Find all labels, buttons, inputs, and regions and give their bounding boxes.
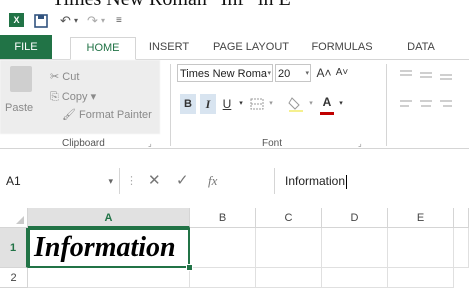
name-box-dropdown-icon[interactable]: ▾	[108, 168, 113, 194]
insert-function-icon[interactable]: fx	[208, 168, 217, 194]
cell-e1[interactable]	[388, 228, 454, 268]
font-name-value: Times New Roma	[180, 68, 267, 80]
fill-color-dropdown-icon[interactable]: ▾	[306, 94, 316, 114]
cell-e2[interactable]	[388, 268, 454, 288]
italic-button[interactable]: I	[200, 94, 216, 114]
cancel-icon[interactable]: ✕	[148, 168, 161, 194]
font-size-dropdown-icon[interactable]: ▾	[305, 65, 309, 81]
align-left-icon[interactable]	[400, 100, 412, 102]
tab-data[interactable]: DATA	[396, 37, 446, 59]
tab-page-layout[interactable]: PAGE LAYOUT	[206, 37, 296, 59]
font-name-box[interactable]: Times New Roma ▾	[177, 64, 273, 82]
tab-home[interactable]: HOME	[70, 37, 136, 60]
caption-band: Times New Roman “Inf” in E	[0, 0, 469, 9]
paste-icon[interactable]	[10, 66, 32, 92]
clipboard-launcher-icon[interactable]: ⌟	[148, 139, 152, 148]
formula-input[interactable]: Information	[274, 168, 469, 194]
font-size-box[interactable]: 20 ▾	[275, 64, 311, 82]
align-top-icon[interactable]	[400, 70, 412, 72]
cell-d2[interactable]	[322, 268, 388, 288]
redo-icon[interactable]: ↷	[87, 12, 98, 30]
font-group-label: Font	[262, 138, 283, 149]
column-header-e[interactable]: E	[388, 208, 454, 228]
font-size-value: 20	[278, 68, 291, 80]
cell-c2[interactable]	[256, 268, 322, 288]
format-painter-button[interactable]: 🖌 Format Painter	[62, 108, 152, 121]
font-name-dropdown-icon[interactable]: ▾	[267, 65, 271, 81]
ribbon: Paste ✂ Cut ⎘ Copy ▾ 🖌 Format Painter Cl…	[0, 60, 469, 149]
bold-button[interactable]: B	[180, 94, 196, 114]
font-color-icon[interactable]: A	[320, 92, 334, 112]
name-box-value: A1	[6, 174, 21, 188]
borders-icon[interactable]	[250, 98, 264, 110]
copy-label: Copy	[61, 91, 88, 103]
ribbon-tabs: FILE HOME INSERT PAGE LAYOUT FORMULAS DA…	[0, 33, 469, 60]
cell-a1-text: Information	[34, 232, 176, 263]
format-painter-label: Format Painter	[79, 109, 152, 121]
fill-color-icon[interactable]	[288, 96, 304, 112]
underline-dropdown-icon[interactable]: ▾	[236, 94, 246, 114]
tab-insert[interactable]: INSERT	[142, 37, 196, 59]
tab-formulas[interactable]: FORMULAS	[304, 37, 380, 59]
paste-button[interactable]: Paste	[5, 102, 33, 114]
cut-label: Cut	[62, 71, 80, 83]
excel-logo-icon: X	[9, 13, 24, 27]
caption-text: Times New Roman “Inf” in E	[52, 0, 291, 9]
tab-file[interactable]: FILE	[0, 35, 52, 59]
clipboard-group-label: Clipboard	[62, 138, 105, 149]
align-bottom-icon[interactable]	[440, 74, 452, 76]
column-header-a[interactable]: A	[28, 208, 190, 228]
underline-button[interactable]: U	[220, 94, 234, 114]
column-header-b[interactable]: B	[190, 208, 256, 228]
align-middle-icon[interactable]	[420, 72, 432, 74]
cell-c1[interactable]	[256, 228, 322, 268]
column-header-c[interactable]: C	[256, 208, 322, 228]
align-right-icon[interactable]	[440, 100, 452, 102]
worksheet-grid: A B C D E 1 2 Information	[0, 208, 469, 288]
cut-button[interactable]: ✂ Cut	[50, 70, 79, 83]
enter-icon[interactable]: ✓	[176, 168, 189, 194]
customize-qat-icon[interactable]: ≡	[116, 12, 122, 30]
grow-font-button[interactable]: A˄	[316, 64, 332, 82]
quick-access-toolbar: X ↶ ▾ ↷ ▾ ≡	[0, 9, 469, 33]
font-color-swatch	[320, 112, 334, 115]
row-header-2[interactable]: 2	[0, 268, 28, 288]
font-launcher-icon[interactable]: ⌟	[358, 139, 362, 148]
cell-b1[interactable]	[190, 228, 256, 268]
cell-b2[interactable]	[190, 268, 256, 288]
align-center-icon[interactable]	[420, 100, 432, 102]
formula-content: Information	[285, 174, 346, 188]
cell-a1[interactable]: Information	[28, 228, 190, 268]
cell-a2[interactable]	[28, 268, 190, 288]
formula-bar: A1 ▾ ⋮ ✕ ✓ fx Information	[0, 168, 469, 194]
row-header-1[interactable]: 1	[0, 228, 28, 268]
save-icon[interactable]	[34, 14, 48, 28]
copy-button[interactable]: ⎘ Copy ▾	[50, 90, 96, 104]
text-caret	[346, 174, 348, 189]
borders-dropdown-icon[interactable]: ▾	[266, 94, 276, 114]
font-color-dropdown-icon[interactable]: ▾	[336, 94, 346, 114]
shrink-font-button[interactable]: A˅	[334, 64, 350, 82]
select-all-button[interactable]	[0, 208, 28, 228]
name-box[interactable]: A1 ▾	[0, 168, 120, 194]
fill-handle[interactable]	[186, 264, 193, 271]
column-header-d[interactable]: D	[322, 208, 388, 228]
cell-d1[interactable]	[322, 228, 388, 268]
undo-icon[interactable]: ↶	[60, 12, 71, 30]
